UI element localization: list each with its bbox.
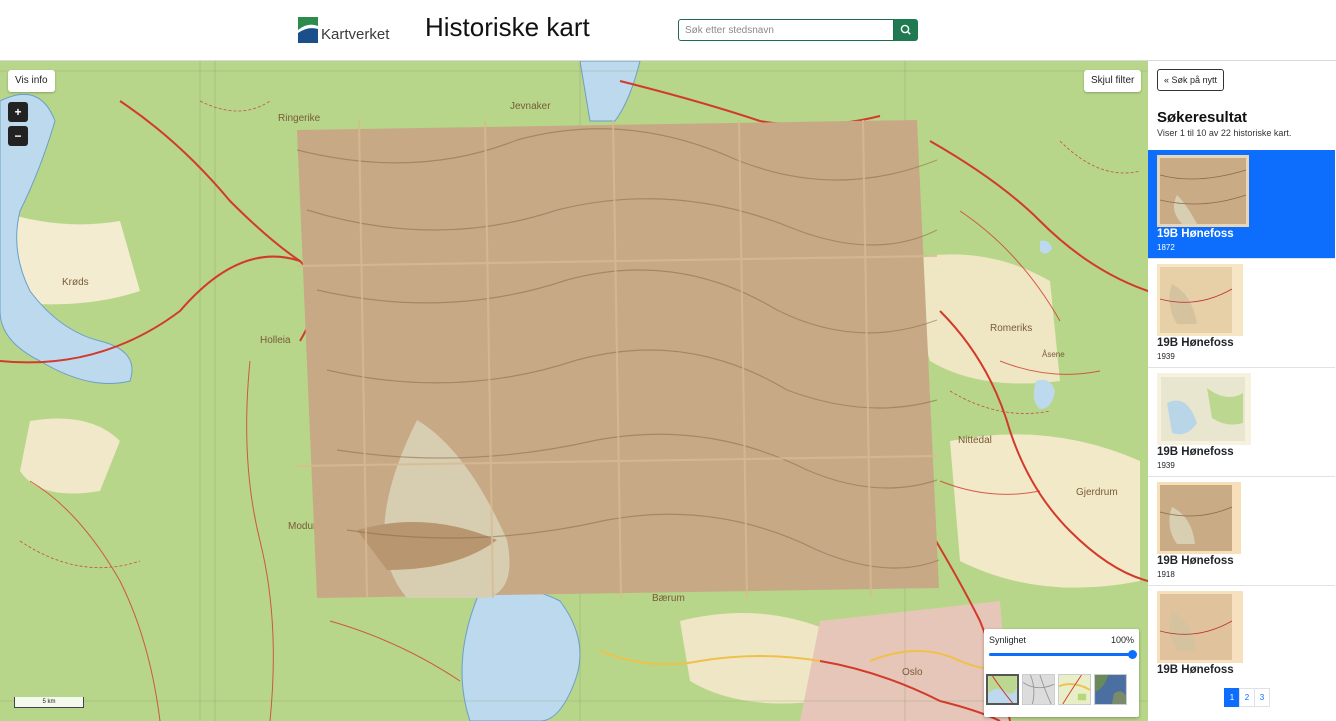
map-view[interactable]: Ringerike Jevnaker Krøds Holleia Romerik… [0,61,1148,721]
result-name: 19B Hønefoss [1157,664,1234,676]
map-thumbnail [1157,482,1241,554]
place-label: Holleia [260,335,291,346]
place-label: Gjerdrum [1076,487,1118,498]
result-name: 19B Hønefoss [1157,555,1234,567]
new-search-button[interactable]: « Søk på nytt [1157,69,1225,91]
header: Kartverket Historiske kart [0,0,1336,61]
map-thumbnail [1157,155,1249,227]
results-list: 19B Hønefoss 1872 19B Hønefoss 1939 19B … [1148,150,1335,677]
search-button[interactable] [894,19,918,41]
search-icon [900,24,911,35]
result-item[interactable]: 19B Hønefoss 1939 [1148,259,1335,368]
place-label: Nittedal [958,435,992,446]
place-label: Jevnaker [510,101,551,112]
result-item[interactable]: 19B Hønefoss [1148,586,1335,677]
color-map-icon[interactable] [1058,674,1091,705]
page-button[interactable]: 2 [1239,688,1255,707]
visibility-value: 100% [1110,635,1134,645]
page-button[interactable]: 3 [1254,688,1270,707]
base-layer-switcher [986,674,1127,705]
results-count: Viser 1 til 10 av 22 historiske kart. [1157,128,1292,138]
search-bar [678,19,918,41]
zoom-out-button[interactable]: − [8,126,28,146]
result-name: 19B Hønefoss [1157,446,1234,458]
visibility-panel: Synlighet 100% [984,629,1139,717]
result-year: 1918 [1157,570,1175,579]
visibility-slider-thumb[interactable] [1128,650,1137,659]
kartverket-logo-icon [298,17,318,43]
result-item[interactable]: 19B Hønefoss 1939 [1148,368,1335,477]
map-thumbnail [1157,264,1243,336]
historic-map-overlay [297,120,939,598]
place-label: Krøds [62,277,89,288]
result-name: 19B Hønefoss [1157,228,1234,240]
map-thumbnail [1157,373,1251,445]
result-year: 1939 [1157,461,1175,470]
satellite-icon[interactable] [1094,674,1127,705]
kartverket-logo[interactable]: Kartverket [298,17,389,43]
result-item[interactable]: 19B Hønefoss 1872 [1148,150,1335,259]
hide-filter-button[interactable]: Skjul filter [1084,70,1142,92]
logo-text: Kartverket [321,26,390,43]
pagination: 1 2 3 [1224,688,1270,707]
search-input[interactable] [678,19,894,41]
topo-map-icon[interactable] [986,674,1019,705]
map-thumbnail [1157,591,1243,663]
show-info-button[interactable]: Vis info [8,70,55,92]
visibility-slider-fill [989,653,1132,656]
place-label: Romeriks [990,323,1032,334]
scale-bar: 5 km [14,697,84,708]
result-name: 19B Hønefoss [1157,337,1234,349]
result-year: 1872 [1157,243,1175,252]
page-title: Historiske kart [425,12,590,42]
result-year: 1939 [1157,352,1175,361]
place-label: Oslo [902,667,923,678]
results-panel: « Søk på nytt Søkeresultat Viser 1 til 1… [1148,61,1336,721]
place-label: Åsene [1042,350,1065,359]
visibility-label: Synlighet [989,635,1027,645]
result-item[interactable]: 19B Hønefoss 1918 [1148,477,1335,586]
zoom-in-button[interactable]: + [8,102,28,122]
visibility-slider[interactable] [989,650,1137,659]
results-title: Søkeresultat [1157,109,1248,126]
grey-map-icon[interactable] [1022,674,1055,705]
page-button[interactable]: 1 [1224,688,1240,707]
